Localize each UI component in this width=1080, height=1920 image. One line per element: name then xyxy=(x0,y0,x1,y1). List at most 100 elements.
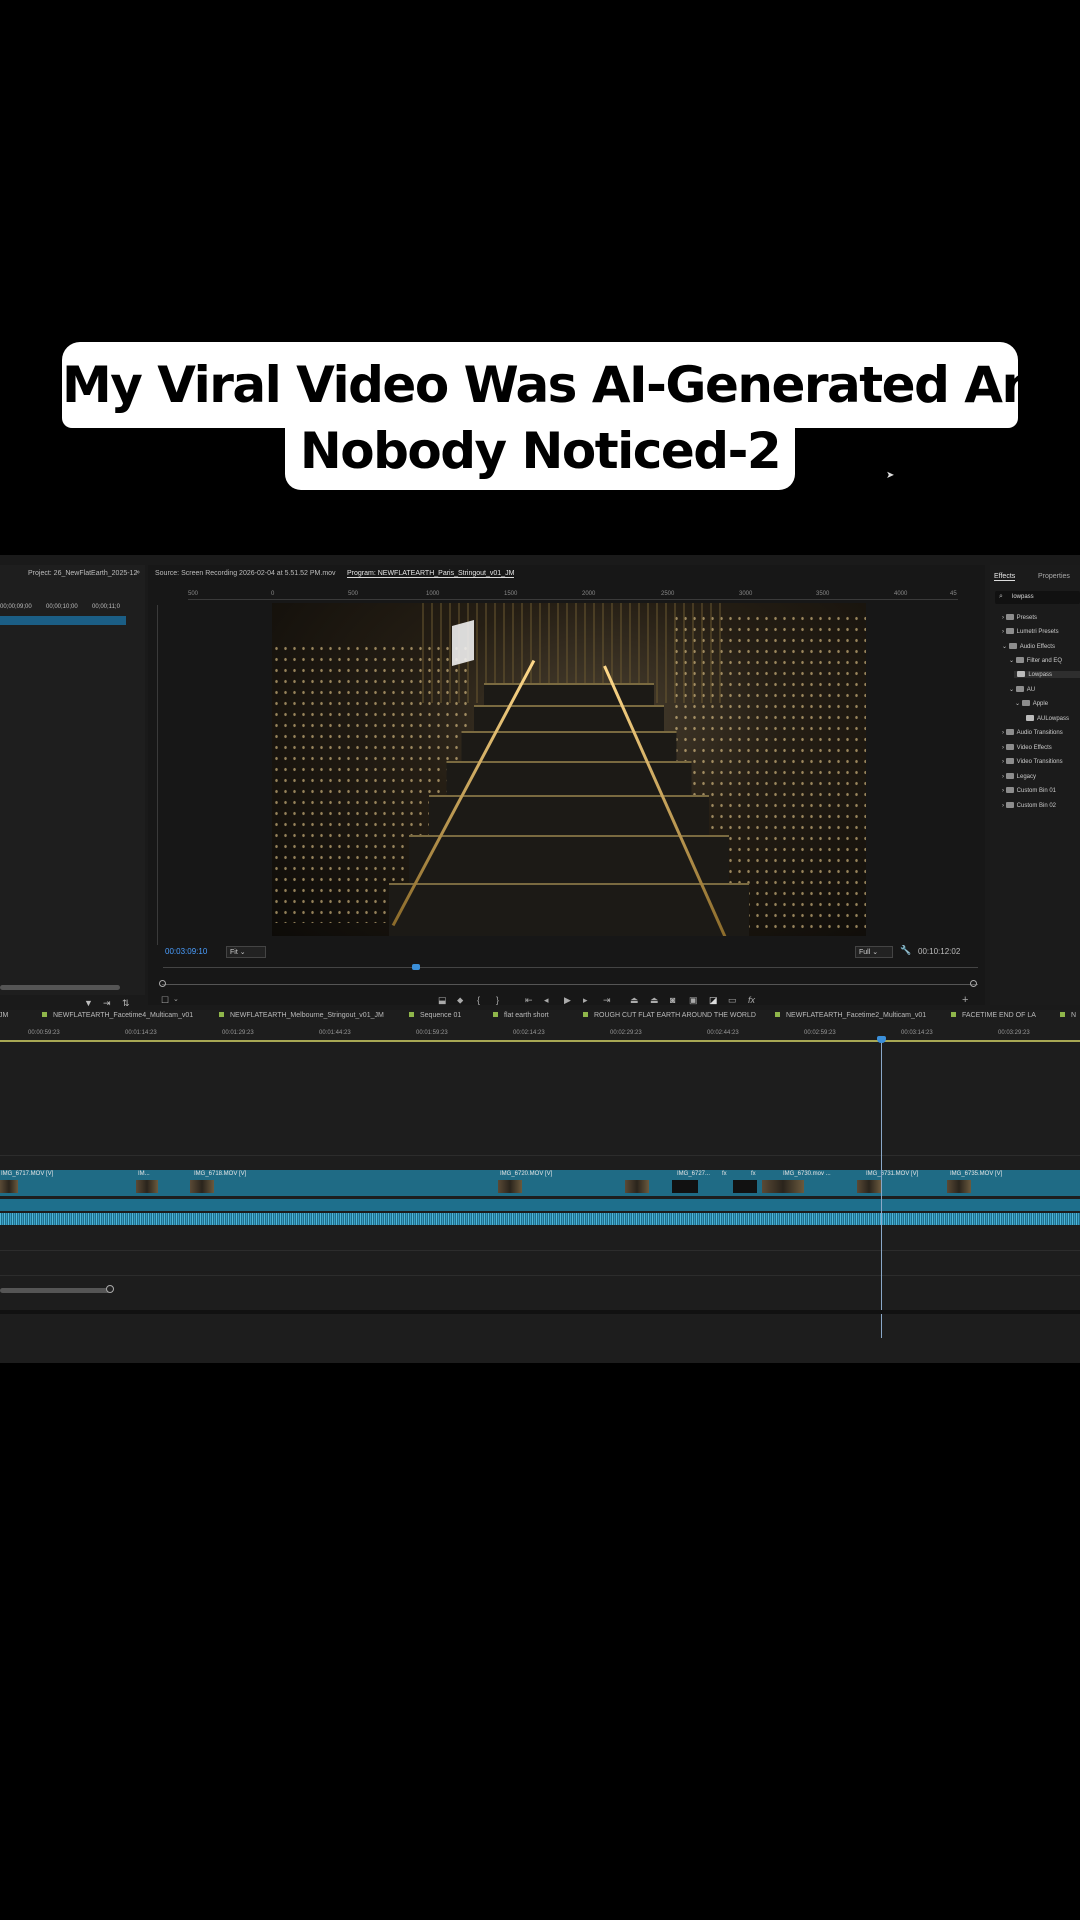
play-icon[interactable]: ▶ xyxy=(564,995,571,1006)
monitor-ruler: 500 0 500 1000 1500 2000 2500 3000 3500 … xyxy=(188,591,958,600)
zoom-handle-right[interactable] xyxy=(970,980,977,987)
tab-properties[interactable]: Properties xyxy=(1038,573,1070,580)
source-monitor-tab[interactable]: Source: Screen Recording 2026-02-04 at 5… xyxy=(155,570,336,577)
sequence-tab[interactable]: JM xyxy=(0,1012,8,1019)
clip-label[interactable]: IMG_6718.MOV [V] xyxy=(194,1171,246,1177)
program-monitor-tab[interactable]: Program: NEWFLATEARTH_Paris_Stringout_v0… xyxy=(347,570,515,578)
effects-search-input[interactable]: ⌕ lowpass xyxy=(995,591,1080,604)
fx-folder-apple[interactable]: ⌄ Apple xyxy=(1015,700,1048,707)
lift-edit-icon[interactable]: ⏏ xyxy=(630,995,639,1006)
fx-folder-custom-bin-02[interactable]: › Custom Bin 02 xyxy=(1002,802,1056,809)
fx-folder-video-effects[interactable]: › Video Effects xyxy=(1002,744,1052,751)
insert-icon[interactable]: ⇥ xyxy=(103,998,111,1009)
timeline-zoom-handle[interactable] xyxy=(106,1285,114,1293)
project-timecode-1: 00;00;09;00 xyxy=(0,604,32,610)
proxy-toggle-icon[interactable]: ◪ xyxy=(709,995,718,1006)
fx-folder-video-transitions[interactable]: › Video Transitions xyxy=(1002,758,1063,765)
timeline-playhead-line[interactable] xyxy=(881,1038,882,1338)
caption-line-1: My Viral Video Was AI-Generated And xyxy=(62,342,1071,428)
fx-folder-legacy[interactable]: › Legacy xyxy=(1002,773,1036,780)
audio-waveform[interactable] xyxy=(0,1213,1080,1225)
video-track-v1[interactable]: IMG_6717.MOV [V] IM... IMG_6718.MOV [V] … xyxy=(0,1170,1080,1196)
monitor-playhead[interactable] xyxy=(412,964,420,970)
safe-margins-icon[interactable]: ☐ xyxy=(161,995,169,1006)
sequence-tab[interactable]: ROUGH CUT FLAT EARTH AROUND THE WORLD xyxy=(583,1012,756,1019)
fx-folder-custom-bin-01[interactable]: › Custom Bin 01 xyxy=(1002,787,1056,794)
audio-track-a1-header[interactable] xyxy=(0,1199,1080,1211)
panel-overflow-icon[interactable]: » xyxy=(136,569,140,576)
effects-search-value: lowpass xyxy=(1012,594,1034,600)
clip-label[interactable]: IM... xyxy=(138,1171,150,1177)
project-scrollbar[interactable] xyxy=(0,985,120,990)
sequence-tab[interactable]: NEWFLATEARTH_Facetime2_Multicam_v01 xyxy=(775,1012,926,1019)
zoom-scroll-track[interactable] xyxy=(162,984,978,985)
clip-label[interactable]: IMG_6731.MOV [V] xyxy=(866,1171,918,1177)
extract-icon[interactable]: ⏏ xyxy=(650,995,659,1006)
mark-in-icon[interactable]: { xyxy=(477,995,480,1005)
filter-icon[interactable]: ▼ xyxy=(84,998,93,1008)
clip-label[interactable]: fx xyxy=(722,1171,727,1177)
go-to-in-icon[interactable]: ⇤ xyxy=(525,995,533,1006)
project-timecode-2: 00;00;10;00 xyxy=(46,604,78,610)
fx-folder-audio-effects[interactable]: ⌄ Audio Effects xyxy=(1002,643,1055,650)
sequence-tab[interactable]: NEWFLATEARTH_Melbourne_Stringout_v01_JM xyxy=(219,1012,384,1019)
fx-folder-filter-and-eq[interactable]: ⌄ Filter and EQ xyxy=(1009,657,1062,664)
fx-item-lowpass[interactable]: Lowpass xyxy=(1014,671,1080,678)
timeline-work-area-bar[interactable] xyxy=(0,1040,1080,1042)
lift-icon[interactable]: ⬓ xyxy=(438,995,447,1006)
marker-icon[interactable]: ⬥ xyxy=(457,995,463,1006)
chevron-down-icon[interactable]: ⌄ xyxy=(173,995,179,1003)
clip-label[interactable]: IMG_6727... xyxy=(677,1171,710,1177)
sequence-tab[interactable]: NEWFLATEARTH_Facetime4_Multicam_v01 xyxy=(42,1012,193,1019)
sequence-tab[interactable]: flat earth short xyxy=(493,1012,549,1019)
fx-folder-au[interactable]: ⌄ AU xyxy=(1009,686,1035,693)
clip-label[interactable]: fx xyxy=(751,1171,756,1177)
fx-folder-presets[interactable]: › Presets xyxy=(1002,614,1037,621)
clip-label[interactable]: IMG_6735.MOV [V] xyxy=(950,1171,1002,1177)
stair-step xyxy=(389,883,749,936)
playhead-timecode[interactable]: 00:03:09:10 xyxy=(165,947,207,956)
mark-out-icon[interactable]: } xyxy=(496,995,499,1005)
fx-folder-audio-transitions[interactable]: › Audio Transitions xyxy=(1002,729,1063,736)
timeline-bottom-border xyxy=(0,1310,1080,1314)
clip-label[interactable]: IMG_6730.mov ... xyxy=(783,1171,831,1177)
timeline-playhead-handle[interactable] xyxy=(877,1036,886,1043)
monitor-scrub-bar[interactable] xyxy=(163,960,978,968)
duration-timecode: 00:10:12:02 xyxy=(918,947,961,956)
clip-thumbnail xyxy=(762,1180,804,1193)
fx-folder-lumetri-presets[interactable]: › Lumetri Presets xyxy=(1002,628,1059,635)
add-button-icon[interactable]: + xyxy=(962,994,968,1006)
selected-project-row[interactable] xyxy=(0,616,126,625)
project-title[interactable]: Project: 26_NewFlatEarth_2025-12 xyxy=(28,570,137,577)
sequence-tab[interactable]: N xyxy=(1060,1012,1076,1019)
tab-effects[interactable]: Effects xyxy=(994,573,1016,581)
zoom-fit-dropdown[interactable]: Fit ⌄ xyxy=(226,946,266,958)
clip-label[interactable]: IMG_6717.MOV [V] xyxy=(1,1171,53,1177)
sequence-tab[interactable]: FACETIME END OF LA xyxy=(951,1012,1036,1019)
automate-icon[interactable]: ⇅ xyxy=(122,998,130,1009)
clip-thumbnail xyxy=(498,1180,522,1193)
fx-item-aulowpass[interactable]: AULowpass xyxy=(1026,715,1069,722)
track-divider xyxy=(0,1250,1080,1251)
go-to-out-icon[interactable]: ⇥ xyxy=(603,995,611,1006)
clip-label[interactable]: IMG_6720.MOV [V] xyxy=(500,1171,552,1177)
timeline-panel: JM NEWFLATEARTH_Facetime4_Multicam_v01 N… xyxy=(0,1010,1080,1363)
sequence-tab[interactable]: Sequence 01 xyxy=(409,1012,461,1019)
timeline-horizontal-scrollbar[interactable] xyxy=(0,1288,110,1293)
resolution-dropdown[interactable]: Full ⌄ xyxy=(855,946,893,958)
zoom-handle-left[interactable] xyxy=(159,980,166,987)
step-forward-icon[interactable]: ▸ xyxy=(583,995,588,1006)
vr-video-icon[interactable]: ▭ xyxy=(728,995,737,1006)
multicam-icon[interactable]: ▣ xyxy=(689,995,698,1006)
clip-thumbnail xyxy=(733,1180,757,1193)
stair-step xyxy=(429,795,709,835)
fx-icon[interactable]: fx xyxy=(748,995,755,1005)
export-frame-icon[interactable]: ◙ xyxy=(670,995,675,1005)
clip-thumbnail xyxy=(857,1180,881,1193)
wrench-icon[interactable]: 🔧 xyxy=(900,945,911,956)
premiere-editor-window: Project: 26_NewFlatEarth_2025-12 » 00;00… xyxy=(0,555,1080,1363)
clip-thumbnail xyxy=(625,1180,649,1193)
project-panel: Project: 26_NewFlatEarth_2025-12 » 00;00… xyxy=(0,565,145,1008)
clip-thumbnail xyxy=(190,1180,214,1193)
step-back-icon[interactable]: ◂ xyxy=(544,995,549,1006)
